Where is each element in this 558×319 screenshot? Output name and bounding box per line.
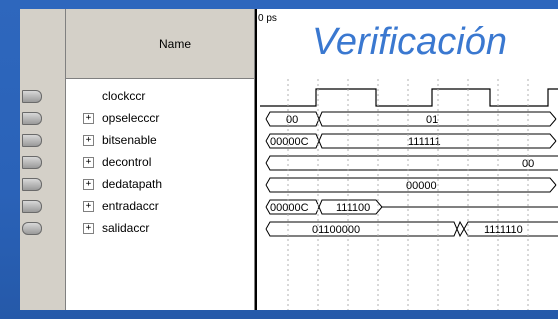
name-column-header[interactable]: Name [66, 9, 254, 79]
input-pin-icon [22, 156, 42, 169]
expand-toggle-icon[interactable]: + [83, 157, 94, 168]
time-grid [287, 79, 529, 310]
input-pin-icon [22, 90, 42, 103]
input-pin-icon [22, 200, 42, 213]
signal-name: decontrol [102, 155, 152, 169]
signal-name: entradaccr [102, 199, 159, 213]
signal-name: opseleccc​r [102, 111, 160, 125]
input-pin-icon [22, 178, 42, 191]
output-pin-icon [22, 222, 42, 235]
input-pin-icon [22, 112, 42, 125]
signal-name: dedatapath [102, 177, 163, 191]
signal-name: salidaccr [102, 221, 150, 235]
signal-name: bitsenable [102, 133, 157, 147]
input-pin-icon [22, 134, 42, 147]
time-marker-label: 0 ps [258, 13, 277, 24]
signal-name: clockccr [102, 89, 146, 103]
expand-toggle-icon[interactable]: + [83, 223, 94, 234]
name-header-label: Name [158, 36, 191, 51]
slide-title: Verificación [292, 14, 558, 70]
expand-toggle-icon[interactable]: + [83, 201, 94, 212]
expand-toggle-icon[interactable]: + [83, 113, 94, 124]
expand-toggle-icon[interactable]: + [83, 135, 94, 146]
expand-toggle-icon[interactable]: + [83, 179, 94, 190]
